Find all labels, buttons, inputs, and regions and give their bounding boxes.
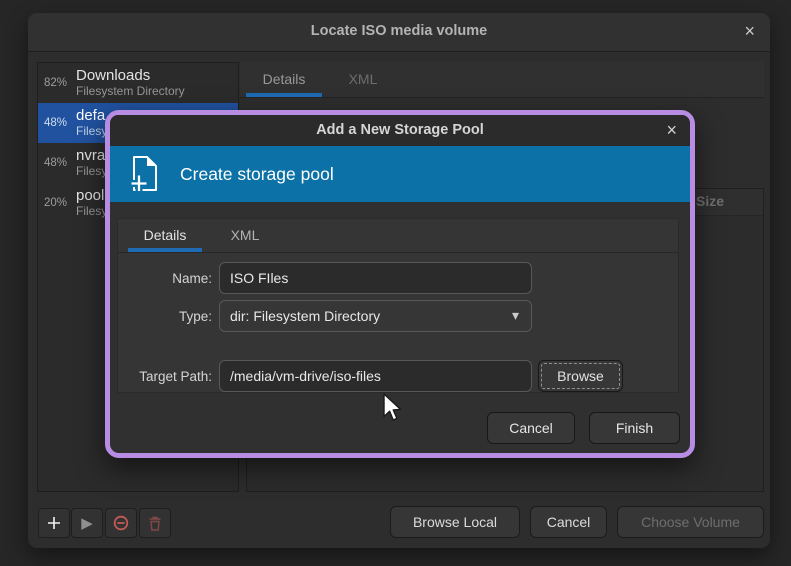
cancel-label: Cancel	[547, 514, 591, 530]
size-column-header[interactable]: Size	[696, 193, 724, 209]
pool-percent: 82%	[44, 77, 76, 89]
window-close-icon[interactable]: ×	[744, 20, 755, 42]
window-title: Locate ISO media volume	[28, 23, 770, 39]
browse-local-button[interactable]: Browse Local	[390, 506, 520, 538]
active-tab-underline	[246, 93, 322, 97]
type-dropdown[interactable]: dir: Filesystem Directory ▾	[219, 300, 532, 332]
pool-detail-tabbar: Details XML	[240, 62, 764, 98]
pool-type: Filesy	[76, 204, 107, 218]
dialog-tab-xml[interactable]: XML	[222, 218, 268, 252]
cancel-button[interactable]: Cancel	[530, 506, 607, 538]
dialog-active-tab-underline	[128, 248, 202, 252]
pool-type: Filesystem Directory	[76, 84, 185, 98]
new-document-plus-icon	[126, 154, 162, 194]
add-storage-pool-dialog: Add a New Storage Pool × Create storage …	[105, 110, 695, 458]
pool-name: defa	[76, 108, 107, 125]
pool-name: nvra	[76, 148, 107, 165]
stop-pool-button[interactable]	[105, 508, 137, 538]
dialog-tab-details[interactable]: Details	[128, 218, 202, 252]
browse-button[interactable]: Browse	[538, 360, 623, 392]
trash-icon	[147, 515, 163, 532]
create-pool-banner: Create storage pool	[110, 146, 690, 202]
pool-name: pool	[76, 188, 107, 205]
play-icon: ▶	[81, 516, 93, 531]
chevron-down-icon: ▾	[512, 307, 519, 324]
stop-circle-icon	[112, 514, 130, 532]
dialog-title: Add a New Storage Pool	[110, 122, 690, 138]
choose-volume-button: Choose Volume	[617, 506, 764, 538]
pool-percent: 20%	[44, 197, 76, 209]
dialog-finish-button[interactable]: Finish	[589, 412, 680, 444]
type-dropdown-value: dir: Filesystem Directory	[230, 308, 380, 324]
delete-pool-button[interactable]	[139, 508, 171, 538]
dialog-close-icon[interactable]: ×	[666, 118, 677, 142]
pool-row-downloads[interactable]: 82% Downloads Filesystem Directory	[38, 63, 238, 103]
tab-xml[interactable]: XML	[340, 62, 386, 96]
add-volume-button[interactable]	[38, 508, 70, 538]
pool-percent: 48%	[44, 157, 76, 169]
tab-details[interactable]: Details	[246, 62, 322, 96]
banner-label: Create storage pool	[180, 164, 334, 185]
dialog-titlebar[interactable]: Add a New Storage Pool ×	[110, 115, 690, 146]
browse-label: Browse	[557, 368, 604, 384]
name-input[interactable]	[219, 262, 532, 294]
dialog-tabbar: Details XML	[117, 218, 679, 253]
window-titlebar[interactable]: Locate ISO media volume ×	[28, 13, 770, 52]
pool-type: Filesy	[76, 164, 107, 178]
dialog-cancel-button[interactable]: Cancel	[487, 412, 575, 444]
start-pool-button[interactable]: ▶	[71, 508, 103, 538]
browse-local-label: Browse Local	[413, 514, 497, 530]
pool-name: Downloads	[76, 68, 185, 85]
target-path-input[interactable]	[219, 360, 532, 392]
pool-type: Filesy	[76, 124, 107, 138]
name-label: Name:	[120, 271, 212, 286]
dialog-cancel-label: Cancel	[509, 420, 553, 436]
type-label: Type:	[120, 309, 212, 324]
plus-icon	[46, 515, 62, 531]
dialog-finish-label: Finish	[616, 420, 653, 436]
pool-percent: 48%	[44, 117, 76, 129]
choose-volume-label: Choose Volume	[641, 514, 740, 530]
target-path-label: Target Path:	[120, 369, 212, 384]
